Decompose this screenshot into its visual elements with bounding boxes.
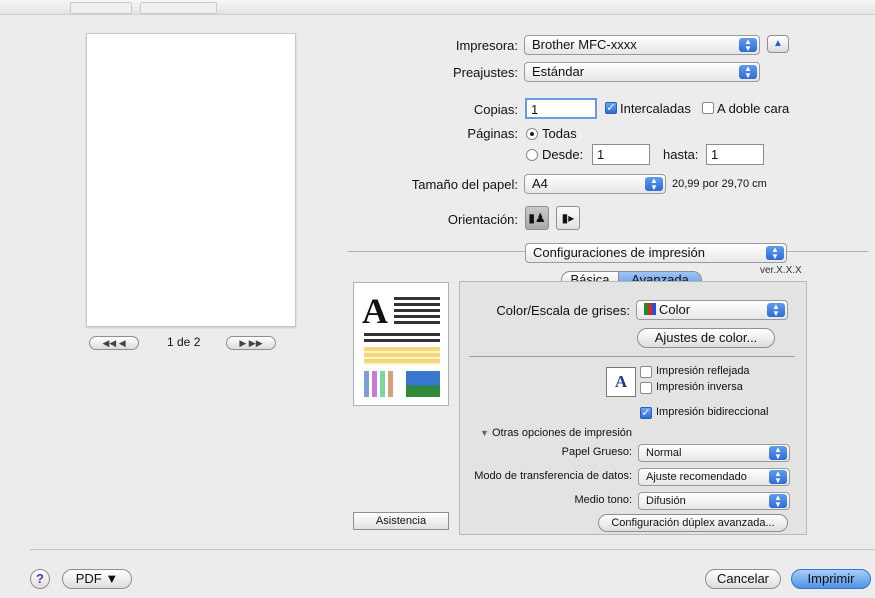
mirror-preview-icon: A bbox=[606, 367, 636, 397]
help-button[interactable]: ? bbox=[30, 569, 50, 589]
pages-to-label: hasta: bbox=[663, 147, 699, 162]
footer-separator bbox=[30, 549, 875, 550]
color-label: Color/Escala de grises: bbox=[496, 303, 630, 318]
paper-size-value: A4 bbox=[532, 176, 548, 191]
presets-value: Estándar bbox=[532, 64, 585, 79]
triangle-down-icon: ▼ bbox=[480, 428, 489, 438]
duplex-label: A doble cara bbox=[717, 101, 790, 116]
assist-button[interactable]: Asistencia bbox=[353, 512, 449, 530]
thumbnail-bar-chart bbox=[364, 371, 400, 397]
pages-from-label: Desde: bbox=[542, 147, 584, 162]
transfer-mode-label: Modo de transferencia de datos: bbox=[474, 470, 632, 482]
copies-field[interactable]: 1 bbox=[525, 98, 597, 119]
thick-paper-value: Normal bbox=[646, 447, 682, 459]
color-settings-button[interactable]: Ajustes de color... bbox=[637, 328, 775, 348]
up-down-arrows-icon: ▲ ▼ bbox=[769, 470, 787, 485]
paper-dimensions: 20,99 por 29,70 cm bbox=[672, 178, 767, 190]
up-down-arrows-icon: ▲ ▼ bbox=[769, 494, 787, 509]
up-down-arrows-icon: ▲ ▼ bbox=[739, 38, 757, 53]
cancel-button[interactable]: Cancelar bbox=[705, 569, 781, 589]
thumbnail-letter-graphic: A bbox=[362, 291, 388, 331]
thumbnail-landscape-photo bbox=[406, 371, 440, 397]
reverse-checkbox[interactable] bbox=[640, 382, 652, 394]
up-down-arrows-icon: ▲ ▼ bbox=[769, 446, 787, 461]
up-down-arrows-icon: ▲ ▼ bbox=[739, 65, 757, 80]
bidirectional-label: Impresión bidireccional bbox=[656, 406, 769, 418]
pages-all-radio[interactable] bbox=[526, 128, 538, 140]
collapse-details-button[interactable]: ▲ bbox=[767, 35, 789, 53]
triangle-up-icon: ▲ bbox=[773, 38, 783, 49]
preview-next-last-buttons[interactable]: ▶ ▶▶ bbox=[226, 336, 276, 350]
thumbnail-text-lines bbox=[364, 333, 440, 336]
presets-label: Preajustes: bbox=[452, 65, 518, 80]
other-options-label: Otras opciones de impresión bbox=[491, 427, 632, 439]
thick-paper-label: Papel Grueso: bbox=[561, 446, 632, 458]
paper-size-popup[interactable]: A4 ▲ ▼ bbox=[524, 174, 666, 194]
pdf-menu-button[interactable]: PDF ▼ bbox=[62, 569, 132, 589]
landscape-person-icon: ▮▸ bbox=[561, 211, 575, 225]
orientation-portrait-button[interactable]: ▮♟ bbox=[525, 206, 549, 230]
presets-popup[interactable]: Estándar ▲ ▼ bbox=[524, 62, 760, 82]
thumbnail-text-lines bbox=[394, 297, 440, 300]
duplex-checkbox[interactable] bbox=[702, 102, 714, 114]
collated-label: Intercaladas bbox=[620, 101, 691, 116]
section-popup[interactable]: Configuraciones de impresión ▲ ▼ bbox=[525, 243, 787, 263]
color-value: Color bbox=[659, 302, 691, 317]
transfer-mode-value: Ajuste recomendado bbox=[646, 471, 747, 483]
pages-to-field[interactable]: 1 bbox=[706, 144, 764, 165]
mirror-checkbox[interactable] bbox=[640, 366, 652, 378]
version-text: ver.X.X.X bbox=[760, 265, 802, 276]
halftone-label: Medio tono: bbox=[574, 494, 632, 506]
transfer-mode-popup[interactable]: Ajuste recomendado ▲ ▼ bbox=[638, 468, 790, 486]
background-toolbar-ghost bbox=[70, 2, 132, 14]
collated-checkbox[interactable]: ✓ bbox=[605, 102, 617, 114]
advanced-duplex-button[interactable]: Configuración dúplex avanzada... bbox=[598, 514, 788, 532]
up-down-arrows-icon: ▲ ▼ bbox=[767, 303, 785, 318]
printer-value: Brother MFC-xxxx bbox=[532, 37, 637, 52]
printer-popup[interactable]: Brother MFC-xxxx ▲ ▼ bbox=[524, 35, 760, 55]
up-down-arrows-icon: ▲ ▼ bbox=[766, 246, 784, 261]
orientation-label: Orientación: bbox=[447, 212, 518, 227]
panel-separator bbox=[469, 356, 795, 357]
color-bars-icon bbox=[644, 303, 656, 315]
page-preview bbox=[86, 33, 296, 327]
preview-first-prev-buttons[interactable]: ◀◀ ◀ bbox=[89, 336, 139, 350]
thick-paper-popup[interactable]: Normal ▲ ▼ bbox=[638, 444, 790, 462]
pages-all-label: Todas bbox=[542, 126, 577, 141]
section-popup-value: Configuraciones de impresión bbox=[533, 245, 705, 260]
other-options-disclosure[interactable]: ▼ Otras opciones de impresión bbox=[480, 427, 632, 439]
portrait-person-icon: ▮♟ bbox=[528, 211, 546, 225]
printer-label: Impresora: bbox=[455, 38, 518, 53]
mirror-label: Impresión reflejada bbox=[656, 365, 750, 377]
orientation-landscape-button[interactable]: ▮▸ bbox=[556, 206, 580, 230]
preview-page-indicator: 1 de 2 bbox=[167, 335, 201, 349]
pages-range-radio[interactable] bbox=[526, 149, 538, 161]
pages-label: Páginas: bbox=[467, 126, 518, 141]
thumbnail-table bbox=[364, 347, 440, 365]
copies-label: Copias: bbox=[473, 102, 518, 117]
halftone-popup[interactable]: Difusión ▲ ▼ bbox=[638, 492, 790, 510]
pages-from-field[interactable]: 1 bbox=[592, 144, 650, 165]
bidirectional-checkbox[interactable]: ✓ bbox=[640, 407, 652, 419]
background-toolbar-ghost bbox=[140, 2, 217, 14]
halftone-value: Difusión bbox=[646, 495, 686, 507]
color-popup[interactable]: Color ▲ ▼ bbox=[636, 300, 788, 320]
print-sample-thumbnail: A bbox=[353, 282, 449, 406]
print-button[interactable]: Imprimir bbox=[791, 569, 871, 589]
reverse-label: Impresión inversa bbox=[656, 381, 743, 393]
paper-size-label: Tamaño del papel: bbox=[411, 177, 518, 192]
up-down-arrows-icon: ▲ ▼ bbox=[645, 177, 663, 192]
